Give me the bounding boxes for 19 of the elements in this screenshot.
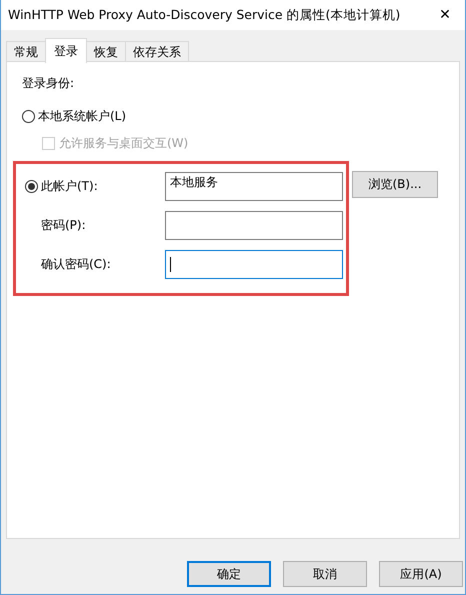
- radio-button[interactable]: [22, 110, 35, 123]
- account-field[interactable]: 本地服务: [165, 172, 343, 201]
- dialog-button[interactable]: 应用(A): [379, 561, 463, 587]
- dialog-button[interactable]: 确定: [187, 561, 271, 587]
- field-label: 密码(P):: [40, 217, 87, 234]
- checkbox-label: 允许服务与桌面交互(W): [59, 135, 188, 152]
- close-button[interactable]: ✕: [425, 0, 465, 30]
- dialog-button[interactable]: 取消: [283, 561, 367, 587]
- browse-button[interactable]: 浏览(B)...: [352, 171, 438, 198]
- confirm-password-field[interactable]: [165, 250, 343, 279]
- radio-label: 本地系统帐户(L): [38, 108, 126, 125]
- tab[interactable]: 登录: [45, 38, 87, 63]
- radio-label: 此帐户(T):: [41, 178, 98, 195]
- field-label: 确认密码(C):: [40, 256, 112, 273]
- radio-button[interactable]: [25, 180, 38, 193]
- section-label: 登录身份:: [22, 75, 76, 92]
- window-title: WinHTTP Web Proxy Auto-Discovery Service 的属性(本地计算机): [8, 6, 400, 24]
- password-field[interactable]: [165, 211, 343, 240]
- tab[interactable]: 依存关系: [125, 41, 189, 63]
